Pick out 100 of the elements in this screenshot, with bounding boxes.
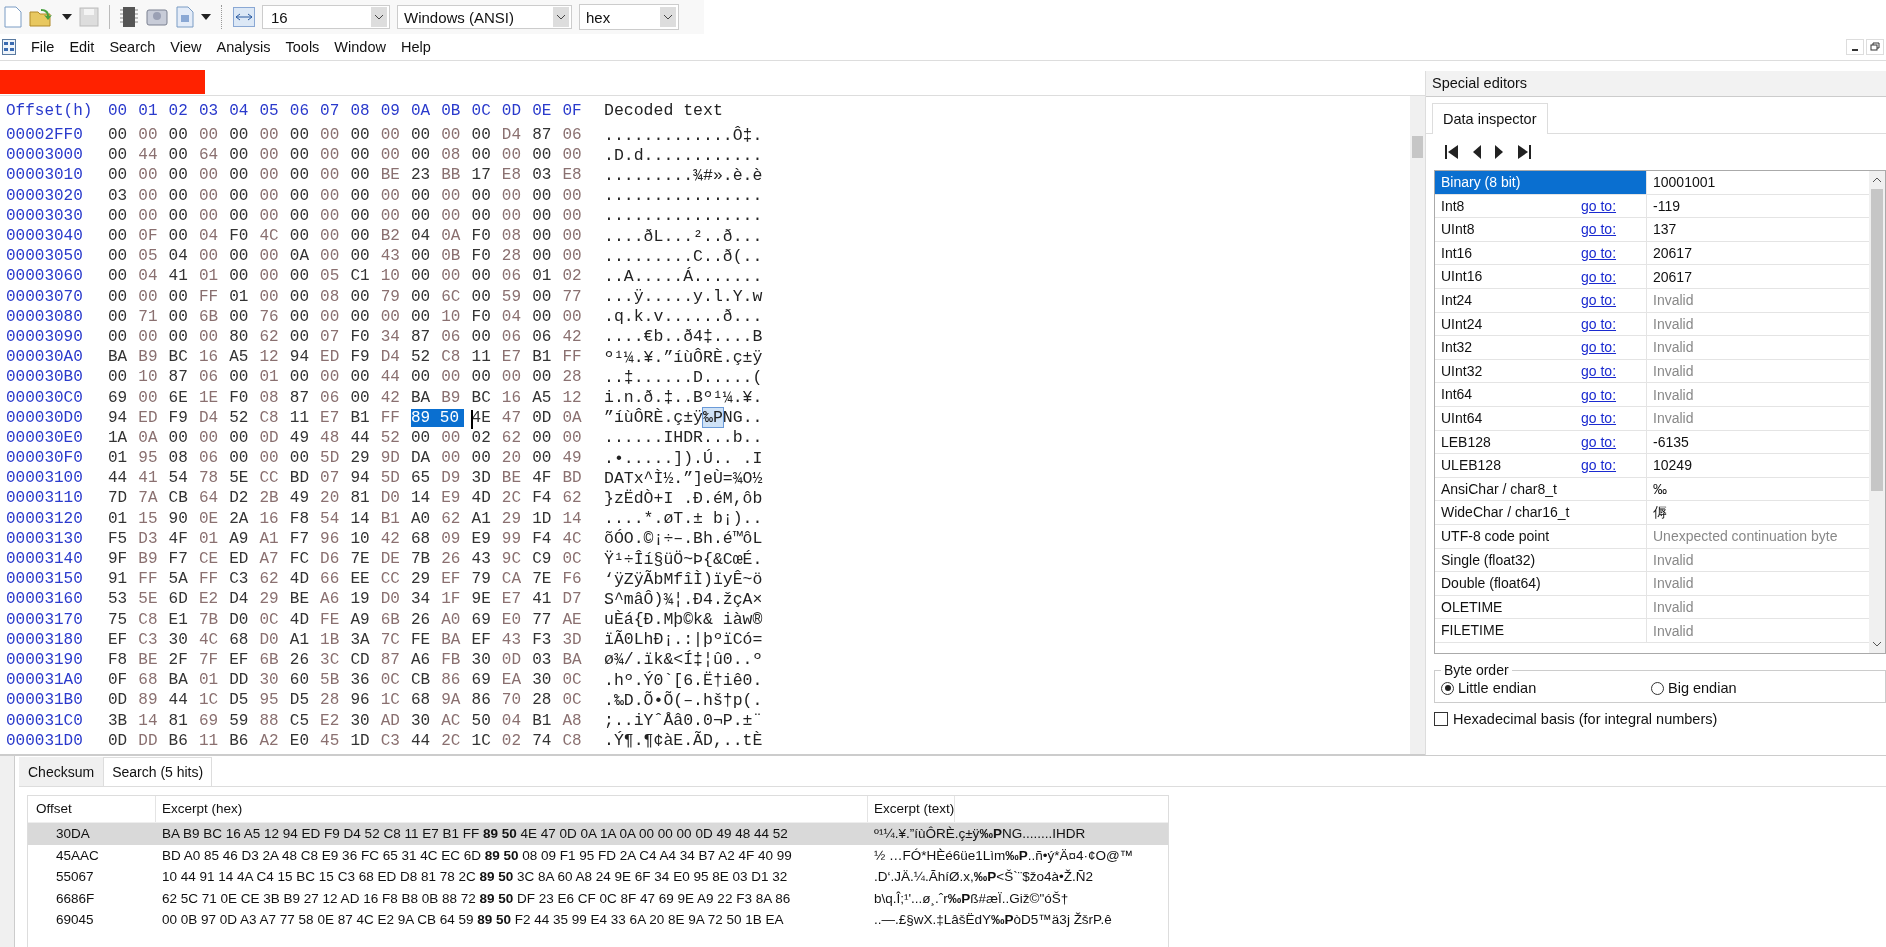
hex-byte[interactable]: D0	[380, 590, 411, 609]
hex-byte[interactable]: 4F	[168, 529, 199, 548]
hex-byte[interactable]: EF	[471, 630, 502, 649]
hex-byte[interactable]: 00	[562, 247, 593, 266]
hex-byte[interactable]: AD	[380, 711, 411, 730]
hex-byte[interactable]: 6B	[380, 610, 411, 629]
hex-byte[interactable]: A1	[259, 529, 290, 548]
hex-byte[interactable]: BD	[562, 469, 593, 488]
hex-byte[interactable]: 87	[380, 650, 411, 669]
hex-byte[interactable]: 91	[108, 570, 139, 589]
hex-byte[interactable]: ED	[320, 348, 351, 367]
hex-byte[interactable]: 44	[350, 428, 381, 447]
hex-byte[interactable]: B1	[380, 509, 411, 528]
hex-byte[interactable]: 4C	[198, 630, 230, 649]
hex-byte[interactable]: 6B	[198, 307, 230, 326]
hex-byte[interactable]: 43	[380, 247, 411, 266]
menu-item[interactable]: File	[31, 39, 55, 55]
hex-byte[interactable]: A0	[441, 610, 472, 629]
hex-byte[interactable]: 00	[198, 327, 230, 346]
hex-byte[interactable]: FE	[410, 630, 442, 649]
hex-byte[interactable]: 0C	[259, 610, 290, 629]
hex-byte[interactable]: D0	[229, 610, 260, 629]
hex-byte[interactable]: 0D	[532, 408, 563, 427]
hex-byte[interactable]: BE	[501, 469, 533, 488]
type-cell[interactable]: AnsiChar / char8_t	[1435, 477, 1647, 501]
hex-byte[interactable]: 71	[138, 307, 169, 326]
hex-byte[interactable]: 62	[441, 509, 472, 528]
type-cell[interactable]: Single (float32)	[1435, 548, 1647, 572]
type-cell[interactable]: Binary (8 bit)	[1435, 171, 1647, 194]
hex-byte[interactable]: 00	[229, 247, 260, 266]
hex-byte[interactable]: E7	[320, 408, 351, 427]
hex-byte[interactable]: BD	[289, 469, 321, 488]
hex-byte[interactable]: 00	[320, 247, 351, 266]
hex-byte[interactable]: 06	[198, 368, 230, 387]
hex-byte[interactable]: 60	[289, 671, 321, 690]
menu-item[interactable]: View	[170, 39, 202, 55]
hex-byte[interactable]: 2B	[259, 489, 290, 508]
hex-byte[interactable]: 0D	[259, 428, 290, 447]
results-tab[interactable]: Checksum	[19, 757, 104, 786]
hex-byte[interactable]: 52	[229, 408, 260, 427]
hex-byte[interactable]: 04	[168, 247, 199, 266]
hex-byte[interactable]: E8	[562, 166, 593, 185]
hex-byte[interactable]: D4	[501, 126, 533, 145]
hex-byte[interactable]: 2C	[501, 489, 533, 508]
hex-byte[interactable]: F0	[471, 247, 502, 266]
hex-byte[interactable]: 00	[350, 388, 381, 407]
hex-byte[interactable]: 00	[471, 287, 502, 306]
hex-byte[interactable]: 02	[562, 267, 593, 286]
hex-byte[interactable]: 0C	[562, 671, 593, 690]
hex-byte[interactable]: 00	[380, 146, 411, 165]
go-to-link[interactable]: go to:	[1581, 410, 1617, 427]
hex-byte[interactable]: F8	[289, 509, 321, 528]
hex-byte[interactable]: 00	[168, 327, 199, 346]
hex-byte[interactable]: E7	[501, 590, 533, 609]
go-to-link[interactable]: go to:	[1581, 433, 1617, 450]
menu-item[interactable]: Window	[334, 39, 386, 55]
hex-byte[interactable]: 1C	[198, 691, 230, 710]
hex-byte[interactable]: DA	[410, 449, 442, 468]
hex-byte[interactable]: 62	[259, 327, 290, 346]
hex-byte[interactable]: 00	[108, 307, 139, 326]
bytes-per-row-dropdown[interactable]: 16	[262, 5, 390, 29]
hex-byte[interactable]: D4	[380, 348, 411, 367]
hex-byte[interactable]: 0C	[562, 691, 593, 710]
hex-byte[interactable]: F9	[350, 348, 381, 367]
hex-byte[interactable]: 00	[259, 206, 290, 225]
hex-byte[interactable]: A8	[562, 711, 593, 730]
hex-byte[interactable]: 0E	[198, 509, 230, 528]
hex-byte[interactable]: 62	[259, 570, 290, 589]
hex-byte[interactable]: 30	[471, 650, 502, 669]
hex-byte[interactable]: 00	[471, 206, 502, 225]
hex-byte[interactable]: F7	[289, 529, 321, 548]
hex-byte[interactable]: 00	[138, 126, 169, 145]
endian-radio[interactable]: Little endian	[1441, 680, 1651, 696]
hex-byte[interactable]: CB	[168, 489, 199, 508]
hex-byte[interactable]: 26	[441, 550, 472, 569]
hex-byte[interactable]: 7B	[410, 550, 442, 569]
hex-byte[interactable]: A9	[229, 529, 260, 548]
hex-byte[interactable]: 62	[501, 428, 533, 447]
hex-byte[interactable]: 75	[108, 610, 139, 629]
hex-byte[interactable]: 4D	[471, 489, 502, 508]
hex-byte[interactable]: 00	[108, 287, 139, 306]
hex-byte[interactable]: 00	[441, 368, 472, 387]
hex-byte[interactable]: 00	[350, 368, 381, 387]
hex-byte[interactable]: 00	[320, 227, 351, 246]
hex-byte[interactable]: 43	[471, 550, 502, 569]
hex-byte[interactable]: 00	[350, 186, 381, 205]
hex-byte[interactable]: F6	[562, 570, 593, 589]
hex-byte[interactable]: E1	[168, 610, 199, 629]
hex-byte[interactable]: A0	[410, 509, 442, 528]
hex-byte[interactable]: 00	[168, 126, 199, 145]
hex-byte[interactable]: B1	[350, 408, 381, 427]
hex-byte[interactable]: D6	[320, 550, 351, 569]
hex-byte[interactable]: 80	[229, 327, 260, 346]
scroll-down-icon[interactable]	[1872, 641, 1882, 647]
hex-byte[interactable]: 00	[380, 206, 411, 225]
go-to-link[interactable]: go to:	[1581, 197, 1617, 214]
hex-byte[interactable]: 9F	[108, 550, 139, 569]
hex-byte[interactable]: DD	[229, 671, 260, 690]
hex-byte[interactable]: 41	[138, 469, 169, 488]
hex-byte[interactable]: E8	[501, 166, 533, 185]
